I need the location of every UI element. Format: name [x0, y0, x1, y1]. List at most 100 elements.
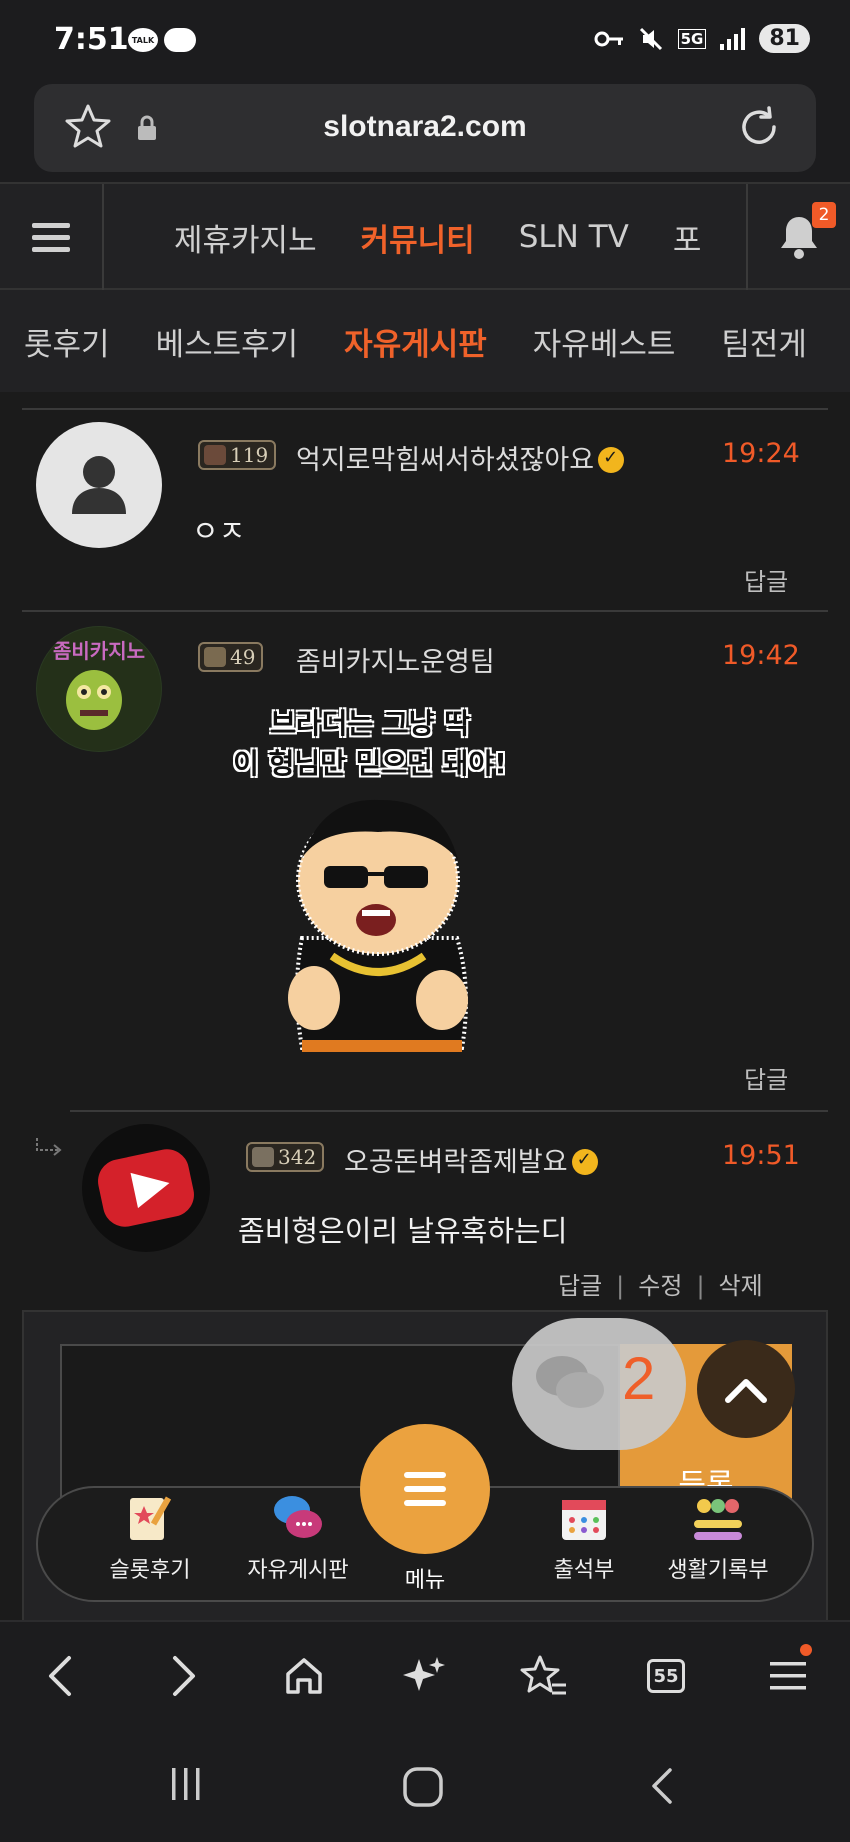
bottom-nav-label: 출석부: [553, 1558, 615, 1583]
verified-icon: [571, 1148, 598, 1175]
recent-apps-icon[interactable]: [166, 1766, 206, 1802]
back-button[interactable]: [30, 1648, 90, 1704]
youtube-avatar-icon: [98, 1149, 194, 1227]
notification-badge: 2: [812, 202, 836, 228]
bottom-nav-slot-review[interactable]: 슬롯후기: [70, 1488, 230, 1600]
level-number: 119: [230, 443, 269, 467]
avatar[interactable]: [82, 1124, 210, 1252]
sticker-caption-line: 이 형님만 믿으면 돼야!: [233, 747, 507, 780]
sub-tab-free-best[interactable]: 자유베스트: [533, 319, 676, 364]
edit-button[interactable]: 수정: [638, 1272, 682, 1300]
comment-author[interactable]: 억지로막힘써서하셨잖아요: [296, 438, 625, 477]
browser-toolbar: 55: [0, 1620, 850, 1726]
sticker-image: [288, 799, 468, 1052]
avatar[interactable]: 좀비카지노: [36, 626, 162, 752]
tabs-count: 55: [647, 1659, 685, 1693]
site-main-nav: 제휴카지노 커뮤니티 SLN TV 포 2: [0, 182, 850, 290]
url-text[interactable]: slotnara2.com: [34, 110, 816, 144]
bookmarks-button[interactable]: [514, 1648, 574, 1704]
mute-icon: [639, 27, 662, 50]
sub-tab-free-board[interactable]: 자유게시판: [344, 319, 487, 364]
bottom-nav-label: 생활기록부: [667, 1558, 769, 1583]
tab-truncated[interactable]: 포: [673, 215, 702, 260]
level-badge: 49: [198, 642, 264, 672]
main-tab-strip: 제휴카지노 커뮤니티 SLN TV 포: [104, 184, 746, 290]
avatar[interactable]: [36, 422, 162, 548]
comment-count: 2: [622, 1345, 656, 1412]
home-nav-icon[interactable]: [402, 1766, 444, 1808]
comment-time: 19:42: [722, 640, 800, 671]
status-bar: 7:51 TALK 5G 81: [0, 0, 850, 82]
divider: [22, 610, 828, 612]
bottom-nav-free-board[interactable]: 자유게시판: [218, 1488, 378, 1600]
comment-time: 19:24: [722, 438, 800, 469]
author-name[interactable]: 좀비카지노운영팀: [296, 647, 495, 678]
level-badge: 119: [198, 440, 277, 470]
home-icon: [286, 1658, 322, 1694]
level-number: 342: [278, 1145, 317, 1169]
reply-arrow-icon: [36, 1138, 62, 1156]
bottom-nav-life-record[interactable]: 생활기록부: [638, 1488, 798, 1600]
calendar-icon: [562, 1500, 606, 1540]
bottom-nav-menu-label: 메뉴: [404, 1568, 446, 1593]
battery-level: 81: [759, 24, 810, 53]
comments-icon: [536, 1356, 604, 1408]
tab-community[interactable]: 커뮤니티: [361, 215, 475, 260]
author-name[interactable]: 오공돈벼락좀제발요: [344, 1147, 568, 1178]
rank-gem-icon: [252, 1147, 274, 1167]
status-time: 7:51: [54, 22, 129, 57]
ai-button[interactable]: [394, 1648, 454, 1704]
tab-sln-tv[interactable]: SLN TV: [519, 219, 629, 255]
default-user-icon: [72, 456, 126, 514]
kakaotalk-icon: TALK: [128, 28, 158, 52]
scroll-top-button[interactable]: [697, 1340, 795, 1438]
menu-icon: [770, 1662, 806, 1690]
rank-gem-icon: [204, 647, 226, 667]
tab-partner-casino[interactable]: 제휴카지노: [174, 215, 317, 260]
delete-button[interactable]: 삭제: [719, 1272, 763, 1300]
forward-button[interactable]: [154, 1648, 214, 1704]
bottom-nav-menu-button[interactable]: [360, 1424, 490, 1554]
android-nav-bar: [0, 1726, 850, 1842]
chevron-up-icon: [725, 1379, 767, 1403]
home-button[interactable]: [274, 1648, 334, 1704]
comment-count-float[interactable]: 2: [512, 1318, 686, 1450]
avatar-logo-text: 좀비카지노: [53, 639, 145, 663]
rank-gem-icon: [204, 445, 226, 465]
verified-icon: [598, 446, 625, 473]
browser-url-bar[interactable]: slotnara2.com: [34, 84, 816, 172]
sub-tab-team-battle[interactable]: 팀전게: [721, 319, 807, 364]
mood-meter-icon: [694, 1499, 742, 1540]
comment-text: 좀비형은이리 날유혹하는디: [238, 1214, 568, 1248]
comment-author[interactable]: 오공돈벼락좀제발요: [344, 1140, 598, 1179]
network-label: 5G: [677, 28, 707, 49]
sparkle-icon: [403, 1657, 445, 1691]
divider: [70, 1110, 828, 1112]
level-number: 49: [230, 645, 256, 669]
chevron-left-icon: [49, 1656, 71, 1696]
zombie-avatar-icon: 좀비카지노: [37, 627, 161, 751]
sticker-caption: 브라더는 그냥 딱 이 형님만 믿으면 돼야!: [190, 704, 550, 784]
bottom-nav-label: 슬롯후기: [109, 1558, 191, 1583]
tabs-button[interactable]: 55: [636, 1648, 696, 1704]
comment-author[interactable]: 좀비카지노운영팀: [296, 640, 495, 679]
sticker-caption-line: 브라더는 그냥 딱: [270, 707, 470, 740]
notification-button[interactable]: 2: [746, 184, 850, 290]
key-icon: [594, 31, 623, 46]
signal-icon: [720, 27, 746, 50]
reply-button[interactable]: 답글: [744, 1060, 788, 1095]
bottom-nav-label: 자유게시판: [247, 1558, 349, 1583]
reload-icon[interactable]: [736, 104, 782, 150]
reply-button[interactable]: 답글: [558, 1272, 602, 1300]
comment-actions: 답글 | 수정 | 삭제: [558, 1272, 763, 1300]
author-name[interactable]: 억지로막힘써서하셨잖아요: [296, 445, 594, 476]
back-nav-icon[interactable]: [648, 1766, 676, 1806]
comment-text: ㅇㅈ: [192, 514, 246, 548]
sub-tab-best-review[interactable]: 베스트후기: [156, 319, 299, 364]
browser-menu-button[interactable]: [758, 1644, 818, 1704]
sub-tab-slot-review[interactable]: 롯후기: [24, 319, 110, 364]
review-note-icon: [130, 1496, 172, 1540]
divider: [22, 408, 828, 410]
reply-button[interactable]: 답글: [744, 562, 788, 597]
site-menu-button[interactable]: [0, 184, 104, 290]
